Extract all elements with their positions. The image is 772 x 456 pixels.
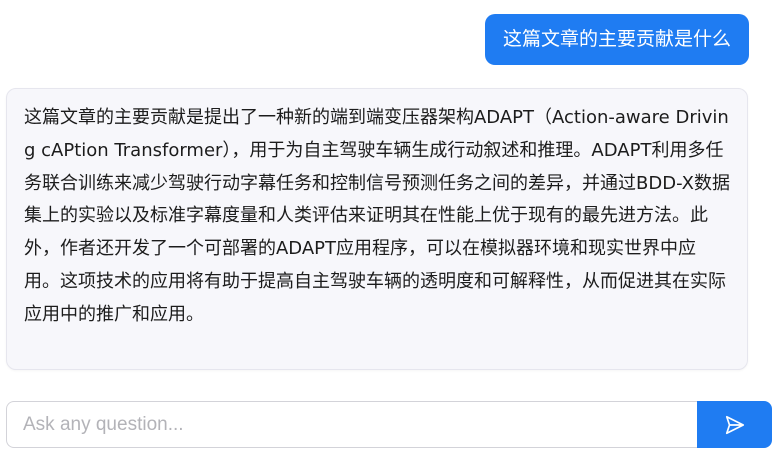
composer: [6, 401, 772, 448]
chat-window: 这篇文章的主要贡献是什么 这篇文章的主要贡献是提出了一种新的端到端变压器架构AD…: [0, 0, 772, 456]
user-message-bubble: 这篇文章的主要贡献是什么: [484, 14, 749, 65]
send-button[interactable]: [697, 401, 772, 448]
send-icon: [725, 415, 744, 434]
assistant-message-bubble: 这篇文章的主要贡献是提出了一种新的端到端变压器架构ADAPT（Action-aw…: [6, 88, 748, 370]
assistant-message-text: 这篇文章的主要贡献是提出了一种新的端到端变压器架构ADAPT（Action-aw…: [24, 107, 730, 325]
question-input[interactable]: [6, 401, 699, 448]
